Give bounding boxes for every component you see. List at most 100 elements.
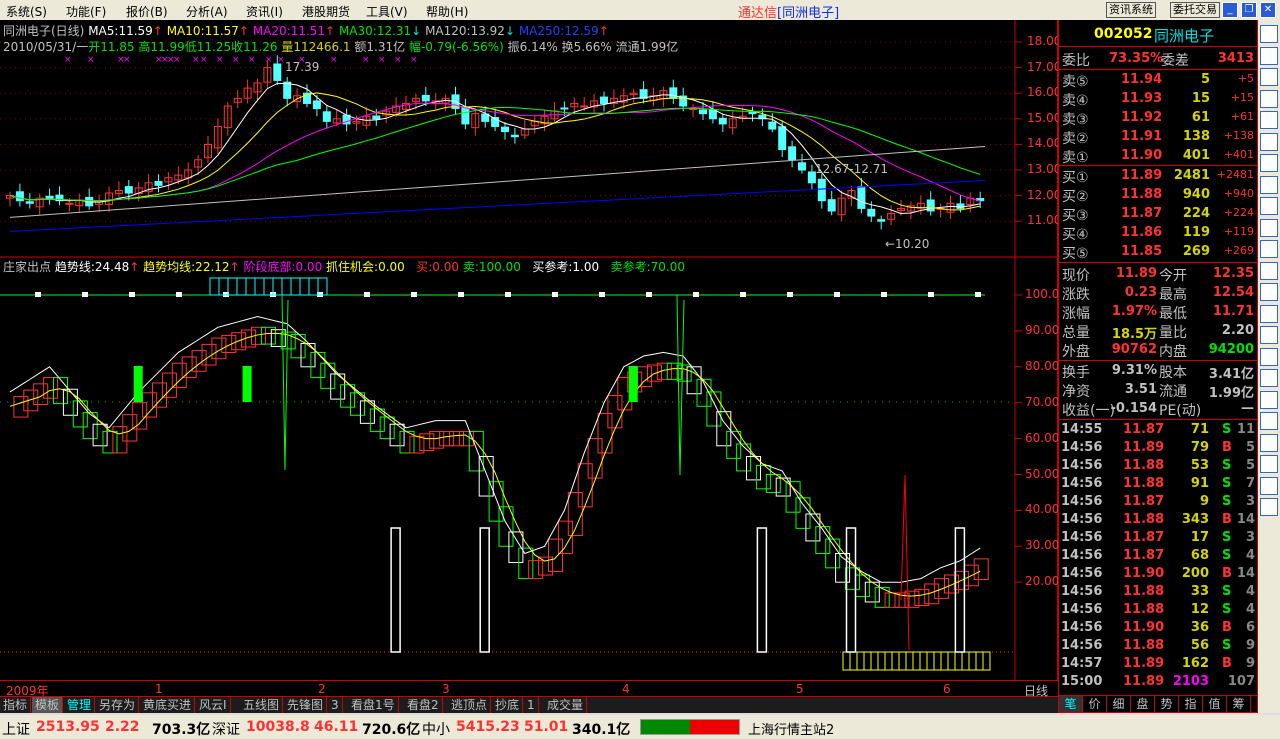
tab-0[interactable]: 指标 <box>0 697 32 713</box>
rsi-icon[interactable] <box>1260 304 1278 323</box>
layout-icon[interactable] <box>1260 347 1278 366</box>
chart-area[interactable]: × × × × × × × × × × × × × × × × × × × × × 同洲电子(日线) MA5:11.59… <box>0 20 1067 697</box>
report-icon[interactable] <box>1260 25 1278 43</box>
tab-10[interactable]: 看盘2 <box>404 697 443 713</box>
trend-box <box>379 416 395 440</box>
kline-chart[interactable]: × × ×× ×××× × × × × × × × × × × × × × <box>0 20 1058 697</box>
export-icon[interactable] <box>1260 412 1278 430</box>
wb-label: 委比 <box>1062 53 1090 69</box>
zx-amount: 340.1亿 <box>572 722 631 738</box>
tab-5[interactable]: 风云I <box>196 697 231 713</box>
right-tab-2[interactable]: 细 <box>1107 696 1131 712</box>
move-icon[interactable] <box>1260 455 1278 473</box>
gold-icon[interactable] <box>1260 175 1278 194</box>
tab-14[interactable]: 成交量 <box>544 697 588 713</box>
info-system-button[interactable]: 资讯系统 <box>1106 2 1156 18</box>
menu-info[interactable]: 资讯(I) <box>246 3 283 20</box>
tick-time: 14:57 <box>1061 656 1103 671</box>
tick-count: 107 <box>1227 674 1255 689</box>
tick-time: 14:56 <box>1061 458 1103 473</box>
pencil-icon[interactable] <box>1260 433 1278 452</box>
top-zone-box <box>236 277 247 296</box>
windows-icon[interactable] <box>1260 111 1278 129</box>
right-tab-6[interactable]: 值 <box>1203 696 1227 712</box>
trade-button[interactable]: 委托交易 <box>1170 2 1220 18</box>
close-button[interactable]: ✕ <box>1260 2 1276 18</box>
right-tab-0[interactable]: 笔 <box>1059 696 1083 712</box>
top-zone-box <box>245 277 256 296</box>
formula-icon[interactable] <box>1260 218 1278 237</box>
grid-icon[interactable] <box>1260 46 1278 65</box>
table-icon[interactable] <box>1260 132 1278 151</box>
candle-body <box>283 81 292 99</box>
candlestick-icon[interactable] <box>1260 89 1278 108</box>
tab-6[interactable]: 五线图 <box>240 697 284 713</box>
stat-label: 换手 <box>1062 365 1090 381</box>
marker-dot <box>364 292 370 297</box>
menu-system[interactable]: 系统(S) <box>6 3 47 20</box>
server-name[interactable]: 上海行情主站2 <box>748 719 834 738</box>
menu-help[interactable]: 帮助(H) <box>426 3 468 20</box>
right-tabs: 笔价细盘势指值筹 <box>1058 695 1258 713</box>
arrow-up-icon[interactable] <box>1260 476 1278 495</box>
right-tab-3[interactable]: 盘 <box>1131 696 1155 712</box>
minimize-button[interactable]: _ <box>1222 2 1238 18</box>
trend-box <box>548 538 563 572</box>
trend-box <box>320 362 336 389</box>
wave-icon[interactable] <box>1260 283 1278 301</box>
signal-x-mark: × <box>232 55 240 65</box>
right-tab-4[interactable]: 势 <box>1155 696 1179 712</box>
bottom-zone-box <box>954 651 963 671</box>
bar-info: 2010/05/31/一开11.85 高11.99低11.25收11.26 量1… <box>3 38 678 55</box>
stat-value: 1.99亿 <box>1208 386 1254 401</box>
menu-tools[interactable]: 工具(V) <box>366 3 408 20</box>
trend-box <box>389 423 405 447</box>
trend-box <box>112 426 128 454</box>
right-tab-7[interactable]: 筹 <box>1227 696 1251 712</box>
sell-ref-value: 卖参考:70.00 <box>610 260 685 274</box>
tab-4[interactable]: 黄底买进 <box>140 697 196 713</box>
trend-box <box>577 463 593 508</box>
refresh-icon[interactable] <box>1260 326 1278 344</box>
trend-box <box>359 400 375 424</box>
tab-2[interactable]: 管理 <box>64 697 96 713</box>
tab-3[interactable]: 另存为 <box>96 697 140 713</box>
restore-button[interactable]: ❐ <box>1241 2 1257 18</box>
tab-7[interactable]: 先锋图 <box>284 697 328 713</box>
marker-dot <box>881 292 887 297</box>
signal-x-mark: × <box>200 55 208 65</box>
right-tab-5[interactable]: 指 <box>1179 696 1203 712</box>
tab-12[interactable]: 抄底 <box>492 697 524 713</box>
menu-hk-futures[interactable]: 港股期货 <box>302 3 350 20</box>
link-icon[interactable] <box>1260 390 1278 409</box>
search-icon[interactable] <box>1260 240 1278 258</box>
etf-icon[interactable] <box>1260 261 1278 280</box>
divider <box>1059 419 1257 420</box>
trend-box <box>33 383 49 405</box>
line-chart-icon[interactable] <box>1260 68 1278 86</box>
candle-body <box>699 109 707 115</box>
time-axis: 2009年 1 2 3 4 5 6 日线 <box>0 680 1058 698</box>
signal-x-mark: × <box>64 55 72 65</box>
users-icon[interactable] <box>1260 197 1278 215</box>
tab-1[interactable]: 模板 <box>32 697 64 713</box>
arrow-down-icon[interactable] <box>1260 498 1278 516</box>
tree-icon[interactable] <box>1260 154 1278 172</box>
tab-13[interactable]: 1 <box>524 697 539 713</box>
bids-price: 11.86 <box>1121 225 1163 240</box>
menu-analysis[interactable]: 分析(A) <box>186 3 228 20</box>
menu-quote[interactable]: 报价(B) <box>126 3 168 20</box>
ma20-value: MA20:11.51 <box>252 24 326 38</box>
tab-11[interactable]: 逃顶点 <box>448 697 492 713</box>
right-tab-1[interactable]: 价 <box>1083 696 1107 712</box>
app-stock: [同洲电子] <box>777 6 840 21</box>
stat-value: 1.97% <box>1111 304 1157 319</box>
sz-change: 46.11 <box>314 719 359 735</box>
candle-body <box>778 126 787 151</box>
tick-time: 14:56 <box>1061 530 1103 545</box>
tab-9[interactable]: 看盘1号 <box>348 697 399 713</box>
dollar-icon[interactable] <box>1260 369 1278 387</box>
menu-function[interactable]: 功能(F) <box>66 3 106 20</box>
tab-8[interactable]: 3 <box>328 697 343 713</box>
trend-box <box>468 430 484 472</box>
